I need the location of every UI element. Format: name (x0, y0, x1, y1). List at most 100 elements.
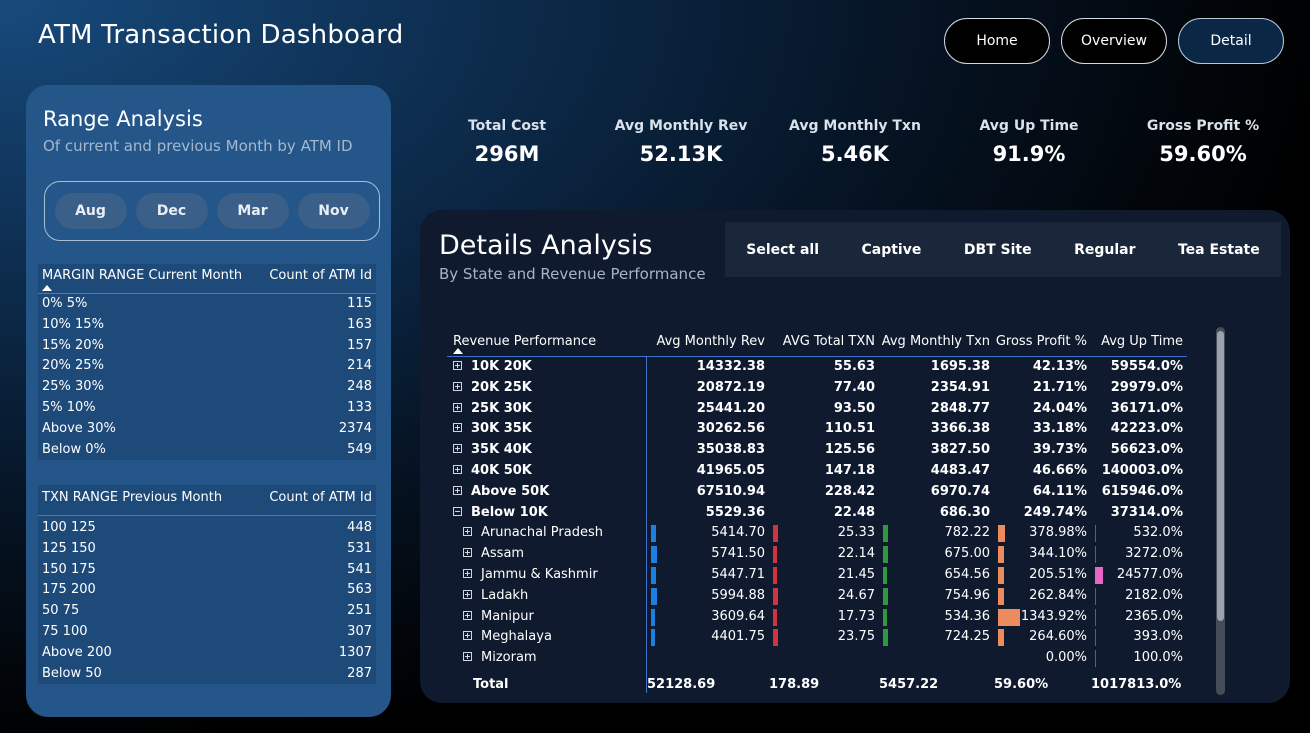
col-header-avg-monthly-txn[interactable]: Avg Monthly Txn (879, 334, 994, 349)
gp-cell-value: 0.00% (1045, 650, 1087, 666)
matrix-row-expanded[interactable]: Below 10K 5529.36 22.48 686.30 249.74% 37314.… (447, 503, 1187, 524)
up-cell-value: 532.0% (1133, 525, 1183, 541)
month-aug-button[interactable]: Aug (54, 193, 127, 229)
margin-range-row[interactable]: 25% 30% 248 (38, 377, 376, 398)
range-count: 549 (347, 441, 372, 457)
rev-cell-value: 20872.19 (696, 379, 765, 395)
margin-range-row[interactable]: Below 0% 549 (38, 440, 376, 461)
matrix-row[interactable]: 40K 50K 41965.05 147.18 4483.47 46.66% 140003… (447, 461, 1187, 482)
margin-range-row[interactable]: Above 30% 2374 (38, 419, 376, 440)
col-header-gross-profit[interactable]: Gross Profit % (994, 334, 1091, 349)
data-bar (998, 546, 1005, 564)
margin-range-row[interactable]: 20% 25% 214 (38, 356, 376, 377)
expand-icon[interactable] (453, 402, 462, 412)
home-button[interactable]: Home (944, 18, 1050, 64)
margin-range-row[interactable]: 5% 10% 133 (38, 398, 376, 419)
expand-icon[interactable] (453, 464, 462, 474)
range-count: 115 (347, 296, 372, 311)
matrix-row[interactable]: 30K 35K 30262.56 110.51 3366.38 33.18% 42223.… (447, 419, 1187, 440)
txn-range-row[interactable]: 150 175 541 (38, 560, 376, 581)
expand-icon[interactable] (453, 423, 462, 433)
month-nov-button[interactable]: Nov (297, 193, 370, 229)
gp-cell-value: 46.66% (1032, 462, 1087, 478)
margin-range-col-header[interactable]: MARGIN RANGE Current Month (42, 268, 242, 283)
range-count: 2374 (338, 420, 372, 436)
txn-range-row[interactable]: 125 150 531 (38, 539, 376, 560)
state-row[interactable]: Jammu & Kashmir 5447.71 21.45 654.56 205.51%… (447, 565, 1187, 586)
data-bar (883, 566, 888, 584)
col-header-avg-up-time[interactable]: Avg Up Time (1091, 334, 1187, 349)
total-up: 1017813.0% (1091, 677, 1182, 693)
expand-icon[interactable] (453, 361, 462, 370)
slicer-captive[interactable]: Captive (862, 242, 922, 258)
mtxn-cell-value: 6970.74 (930, 483, 990, 499)
margin-range-row[interactable]: 0% 5% 115 (38, 294, 376, 315)
col-header-revenue-performance[interactable]: Revenue Performance (447, 334, 647, 349)
row-label: 20K 25K (471, 379, 532, 395)
expand-icon[interactable] (453, 444, 462, 454)
expand-icon[interactable] (453, 485, 462, 495)
month-dec-button[interactable]: Dec (135, 193, 208, 229)
expand-icon[interactable] (463, 548, 472, 558)
state-row[interactable]: Ladakh 5994.88 24.67 754.96 262.84% 2182.0% (447, 586, 1187, 607)
mtxn-cell: 782.22 (879, 523, 994, 544)
data-bar (998, 566, 1004, 584)
state-row[interactable]: Arunachal Pradesh 5414.70 25.33 782.22 378.9… (447, 523, 1187, 544)
total-txn: 178.89 (769, 677, 820, 693)
margin-count-col-header[interactable]: Count of ATM Id (269, 268, 372, 283)
scrollbar-thumb[interactable] (1217, 331, 1224, 621)
txn-range-row[interactable]: Below 50 287 (38, 664, 376, 685)
expand-icon[interactable] (463, 652, 472, 662)
expand-icon[interactable] (463, 610, 472, 620)
col-header-avg-monthly-rev[interactable]: Avg Monthly Rev (647, 334, 769, 349)
state-row[interactable]: Mizoram 0.00% 100.0% (447, 648, 1187, 669)
overview-button[interactable]: Overview (1061, 18, 1167, 64)
col-header-avg-total-txn[interactable]: AVG Total TXN (769, 334, 879, 349)
range-count: 448 (347, 520, 372, 535)
txn-range-row[interactable]: 50 75 251 (38, 601, 376, 622)
txn-cell-value: 55.63 (833, 359, 875, 374)
row-label-cell: Mizoram (447, 648, 647, 669)
matrix-row[interactable]: 35K 40K 35038.83 125.56 3827.50 39.73% 56623.… (447, 440, 1187, 461)
expand-icon[interactable] (463, 527, 472, 537)
margin-range-rows: 0% 5% 115 10% 15% 163 15% 20% 157 20% 25% 214 25… (38, 294, 376, 460)
matrix-row[interactable]: 10K 20K 14332.38 55.63 1695.38 42.13% 59554.0… (447, 357, 1187, 378)
txn-range-row[interactable]: 75 100 307 (38, 622, 376, 643)
txn-range-row[interactable]: Above 200 1307 (38, 643, 376, 664)
txn-range-row[interactable]: 175 200 563 (38, 580, 376, 601)
expand-icon[interactable] (463, 631, 472, 641)
mtxn-cell: 534.36 (879, 607, 994, 628)
state-row[interactable]: Assam 5741.50 22.14 675.00 344.10% 3272.0% (447, 544, 1187, 565)
detail-button[interactable]: Detail (1178, 18, 1284, 64)
expand-icon[interactable] (453, 381, 462, 391)
range-count: 1307 (338, 644, 372, 660)
slicer-select-all[interactable]: Select all (746, 242, 819, 258)
up-cell-value: 36171.0% (1110, 400, 1183, 416)
up-cell-value: 24577.0% (1116, 566, 1183, 582)
margin-range-row[interactable]: 10% 15% 163 (38, 315, 376, 336)
state-row[interactable]: Manipur 3609.64 17.73 534.36 1343.92% 2365.0% (447, 607, 1187, 628)
slicer-tea-estate[interactable]: Tea Estate (1178, 242, 1260, 258)
matrix-row[interactable]: 25K 30K 25441.20 93.50 2848.77 24.04% 36171.0… (447, 399, 1187, 420)
data-bar (1095, 608, 1096, 626)
kpi-avg-up-time: Avg Up Time 91.9% (942, 118, 1116, 166)
txn-range-col-header[interactable]: TXN RANGE Previous Month (42, 490, 222, 505)
up-cell-value: 615946.0% (1101, 483, 1183, 499)
range-label: 15% 20% (42, 337, 104, 353)
state-row[interactable]: Meghalaya 4401.75 23.75 724.25 264.60% 393.0% (447, 627, 1187, 648)
month-mar-button[interactable]: Mar (216, 193, 289, 229)
txn-count-col-header[interactable]: Count of ATM Id (269, 490, 372, 505)
txn-cell-value: 77.40 (833, 379, 875, 395)
txn-range-row[interactable]: 100 125 448 (38, 518, 376, 539)
matrix-row[interactable]: 20K 25K 20872.19 77.40 2354.91 21.71% 29979.0… (447, 378, 1187, 399)
data-bar (1095, 587, 1096, 605)
collapse-icon[interactable] (453, 506, 462, 516)
expand-icon[interactable] (463, 568, 472, 578)
matrix-row[interactable]: Above 50K 67510.94 228.42 6970.74 64.11% 6159… (447, 482, 1187, 503)
slicer-dbt-site[interactable]: DBT Site (964, 242, 1032, 258)
expand-icon[interactable] (463, 589, 472, 599)
slicer-regular[interactable]: Regular (1074, 242, 1135, 258)
margin-range-row[interactable]: 15% 20% 157 (38, 336, 376, 357)
mtxn-cell: 2354.91 (879, 378, 994, 399)
matrix-scrollbar[interactable] (1216, 327, 1225, 695)
